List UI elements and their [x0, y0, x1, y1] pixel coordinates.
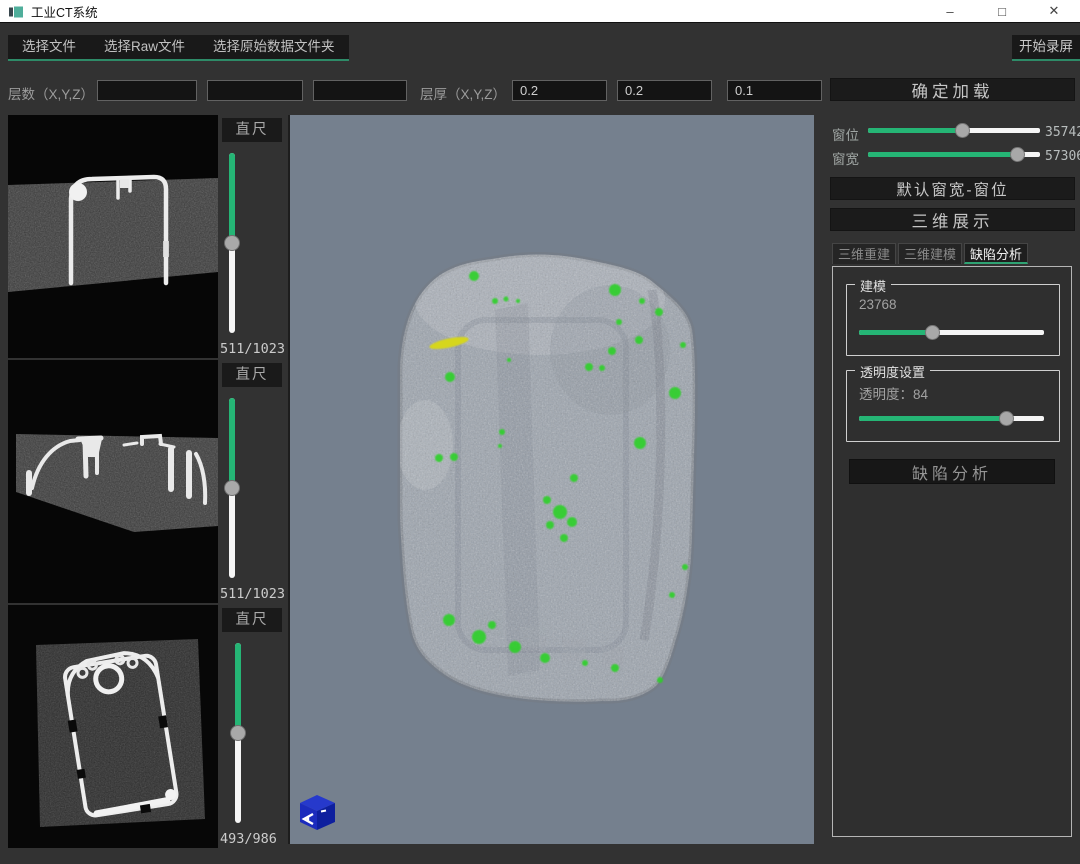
ruler-button-top[interactable]: 直尺	[222, 118, 282, 142]
slice-top-view[interactable]	[8, 115, 218, 358]
file-toolbar: 选择文件 选择Raw文件 选择原始数据文件夹	[8, 35, 349, 61]
modeling-group-title: 建模	[855, 276, 891, 295]
close-button[interactable]: ✕	[1028, 0, 1080, 22]
layers-label: 层数（X,Y,Z）	[8, 83, 94, 103]
window-width-value: 57306	[1045, 149, 1080, 164]
slider-handle[interactable]	[1010, 147, 1025, 162]
window-level-value: 35742	[1045, 125, 1080, 140]
thickness-x-input[interactable]	[512, 80, 607, 101]
modeling-slider[interactable]	[859, 325, 1044, 340]
slice-bottom-view[interactable]	[8, 605, 218, 848]
thickness-label: 层厚（X,Y,Z）	[420, 83, 506, 103]
titlebar: 工业CT系统 – □ ✕	[0, 0, 1080, 23]
slice-bottom-position: 493/986	[220, 831, 286, 847]
layers-x-input[interactable]	[97, 80, 197, 101]
slider-handle[interactable]	[925, 325, 940, 340]
minimize-button[interactable]: –	[924, 0, 976, 22]
default-window-button[interactable]: 默认窗宽-窗位	[830, 177, 1075, 200]
slider-handle[interactable]	[955, 123, 970, 138]
tab-defect-analysis[interactable]: 缺陷分析	[964, 243, 1028, 264]
slice-middle-view[interactable]	[8, 360, 218, 603]
opacity-group: 透明度设置 透明度：84	[846, 370, 1060, 442]
opacity-value: 透明度：84	[859, 383, 928, 403]
slice-middle-position: 511/1023	[220, 586, 286, 602]
slider-handle[interactable]	[230, 725, 246, 741]
window-title: 工业CT系统	[31, 2, 98, 21]
slider-handle[interactable]	[224, 235, 240, 251]
thickness-z-input[interactable]	[727, 80, 822, 101]
select-file-button[interactable]: 选择文件	[8, 35, 90, 59]
defect-analysis-button[interactable]: 缺陷分析	[849, 459, 1055, 484]
start-record-button[interactable]: 开始录屏	[1012, 35, 1080, 61]
select-raw-file-button[interactable]: 选择Raw文件	[90, 35, 199, 59]
select-raw-folder-button[interactable]: 选择原始数据文件夹	[199, 35, 349, 59]
slice-top-slider[interactable]	[224, 153, 240, 333]
app-icon	[9, 5, 23, 17]
analysis-tabs: 三维重建 三维建模 缺陷分析	[832, 243, 1030, 264]
modeling-value: 23768	[859, 297, 897, 312]
slice-top-position: 511/1023	[220, 341, 286, 357]
window-width-slider[interactable]	[868, 147, 1040, 162]
ct-volume-render	[290, 115, 814, 842]
viewport-3d[interactable]	[288, 115, 814, 844]
ruler-button-bottom[interactable]: 直尺	[222, 608, 282, 632]
slice-bottom-slider[interactable]	[230, 643, 246, 823]
defect-analysis-panel: 建模 23768 透明度设置 透明度：84 缺陷分析	[832, 266, 1072, 837]
slice-middle-slider[interactable]	[224, 398, 240, 578]
opacity-slider[interactable]	[859, 411, 1044, 426]
viewer-logo-icon	[295, 790, 339, 834]
show-3d-button[interactable]: 三维展示	[830, 208, 1075, 231]
layers-y-input[interactable]	[207, 80, 303, 101]
window-level-label: 窗位	[832, 124, 859, 144]
slider-handle[interactable]	[224, 480, 240, 496]
window-width-label: 窗宽	[832, 148, 859, 168]
tab-3d-reconstruction[interactable]: 三维重建	[832, 243, 896, 264]
maximize-button[interactable]: □	[976, 0, 1028, 22]
tab-3d-modeling[interactable]: 三维建模	[898, 243, 962, 264]
thickness-y-input[interactable]	[617, 80, 712, 101]
layers-z-input[interactable]	[313, 80, 407, 101]
opacity-group-title: 透明度设置	[855, 362, 930, 381]
confirm-load-button[interactable]: 确定加载	[830, 78, 1075, 101]
window-level-slider[interactable]	[868, 123, 1040, 138]
modeling-group: 建模 23768	[846, 284, 1060, 356]
ruler-button-middle[interactable]: 直尺	[222, 363, 282, 387]
slider-handle[interactable]	[999, 411, 1014, 426]
